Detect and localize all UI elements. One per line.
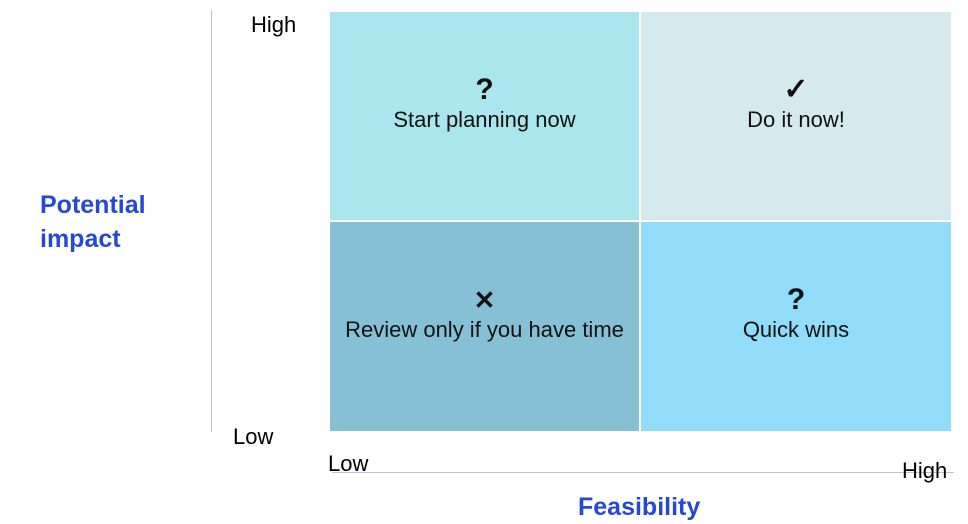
x-axis-low-label: Low [328,451,369,476]
quadrant-label: Review only if you have time [345,317,624,342]
y-axis-low-label: Low [233,424,274,449]
quadrant-do-it-now: ✓ Do it now! [641,12,951,220]
y-axis-title: Potential impact [40,191,146,253]
cross-icon: ✕ [473,285,496,315]
y-axis-line [211,10,212,432]
check-mark-icon: ✓ [783,73,809,106]
quadrant-start-planning-now: ? Start planning now [330,12,639,220]
x-axis-high-label: High [902,458,948,483]
quadrant-label: Start planning now [393,107,576,132]
question-mark-icon: ? [786,283,806,316]
y-axis-high-label: High [251,12,297,37]
quadrant-quick-wins: ? Quick wins [641,222,951,431]
question-mark-icon: ? [475,73,494,106]
quadrant-review-only-if-time: ✕ Review only if you have time [330,222,639,431]
quadrant-label: Do it now! [747,107,845,132]
quadrant-label: Quick wins [742,317,850,342]
x-axis-line [332,472,954,473]
